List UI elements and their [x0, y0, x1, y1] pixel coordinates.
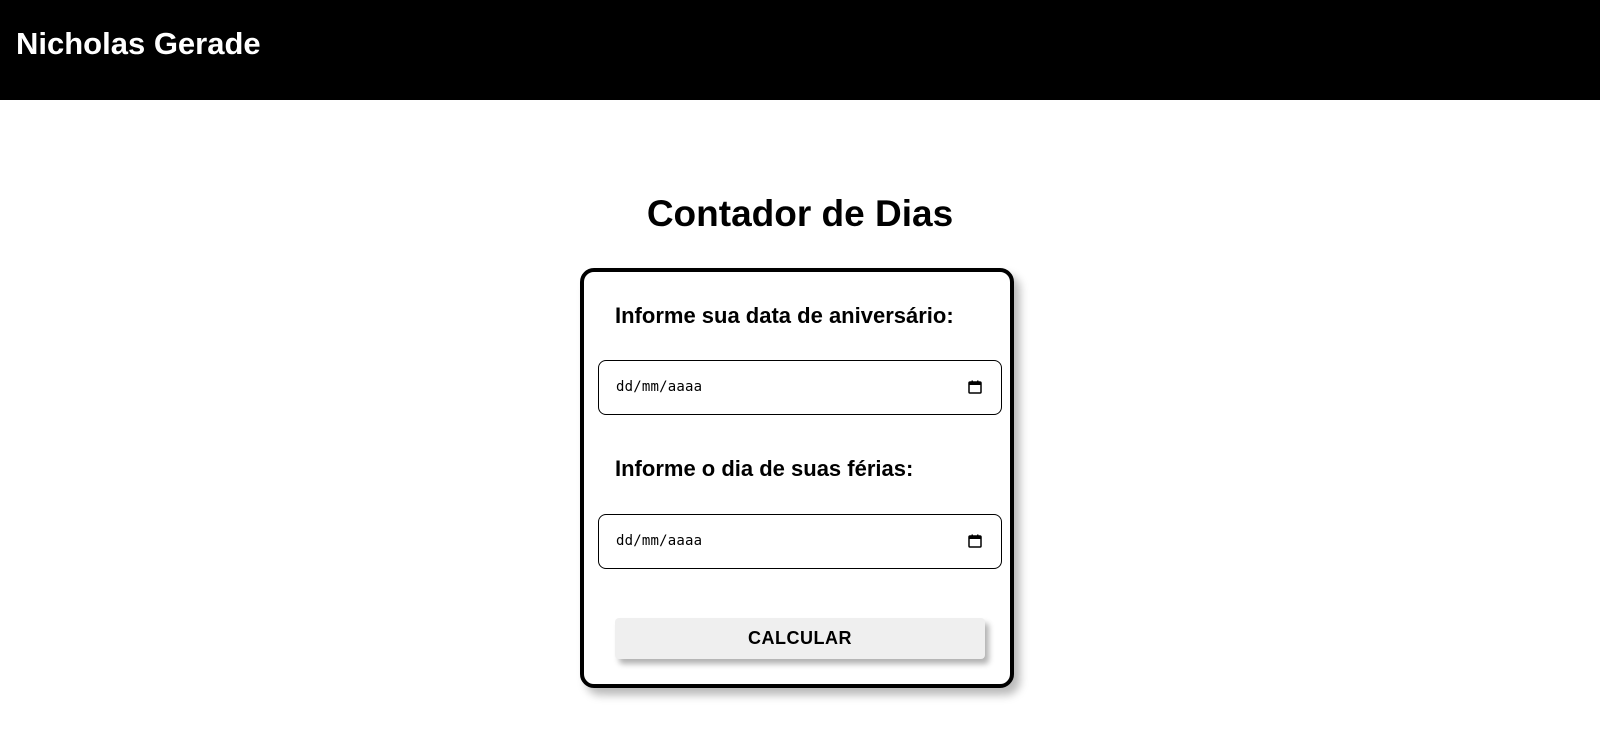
calculate-button[interactable]: CALCULAR: [615, 618, 985, 659]
birthday-label: Informe sua data de aniversário:: [615, 303, 954, 328]
calendar-icon[interactable]: [967, 533, 983, 549]
page-title: Contador de Dias: [646, 193, 954, 234]
calendar-icon[interactable]: [967, 379, 983, 395]
birthday-date-placeholder: dd/mm/aaaa: [616, 379, 703, 395]
vacation-label: Informe o dia de suas férias:: [615, 456, 914, 481]
vacation-date-input[interactable]: dd/mm/aaaa: [598, 514, 1002, 569]
birthday-date-input[interactable]: dd/mm/aaaa: [598, 360, 1002, 415]
top-bar: Nicholas Gerade: [0, 0, 1600, 100]
vacation-date-placeholder: dd/mm/aaaa: [616, 533, 703, 549]
brand-name: Nicholas Gerade: [16, 26, 261, 61]
days-counter-form: Informe sua data de aniversário: dd/mm/a…: [580, 268, 1014, 688]
